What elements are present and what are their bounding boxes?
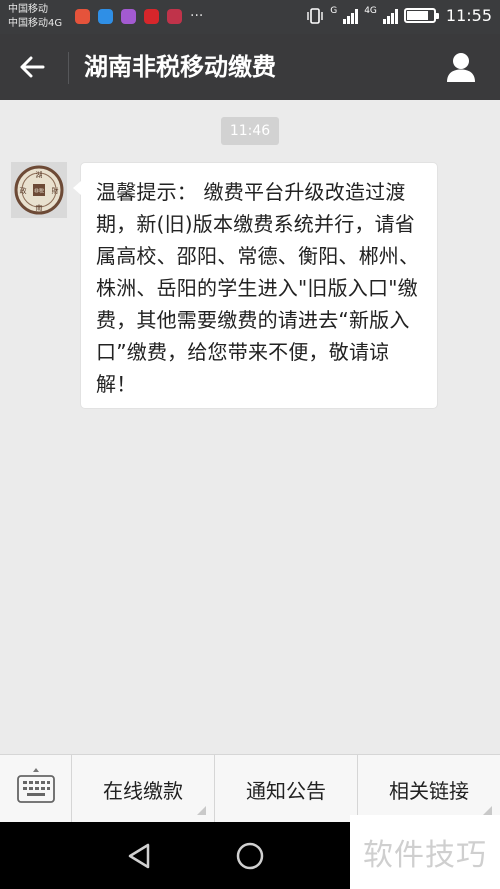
gallery-app-icon [121,9,136,24]
carrier-1: 中国移动 [8,4,48,15]
arrow-left-icon [20,56,45,78]
seal-char-bottom: 南 [36,203,43,212]
menu-label: 通知公告 [246,778,326,803]
chat-app-icon [98,9,113,24]
back-triangle-icon [128,843,150,869]
network-type-1: G [330,6,338,16]
notification-icons: ··· [75,9,203,24]
seal-char-top: 湖 [36,170,43,179]
title-bar: 湖南非税移动缴费 [0,34,500,100]
news-app-icon [144,9,159,24]
nav-back-button[interactable] [124,840,156,872]
menu-label: 相关链接 [389,778,469,803]
back-button[interactable] [14,52,50,82]
official-seal-avatar: 湖 財 南 政 非稅 [11,162,67,218]
seal-char-right: 財 [52,186,59,195]
profile-button[interactable] [444,50,478,84]
watermark: 软件技巧 [350,815,500,889]
message-timestamp: 11:46 [221,117,279,145]
keyboard-toggle-button[interactable] [0,755,72,823]
signal-icon-1 [343,8,359,24]
menu-announcements[interactable]: 通知公告 [215,755,358,823]
page-title: 湖南非税移动缴费 [84,53,276,81]
message-bubble[interactable]: 温馨提示： 缴费平台升级改造过渡期，新(旧)版本缴费系统并行，请省属高校、邵阳、… [73,162,438,409]
app-icon-red [75,9,90,24]
seal-char-left: 政 [20,186,27,195]
submenu-indicator-icon [483,806,492,815]
battery-icon [403,8,439,23]
user-icon [447,53,475,82]
seal-char-center: 非稅 [34,188,44,195]
keyboard-icon [17,768,55,803]
vibrate-icon [307,7,323,24]
network-type-2: 4G [364,6,377,16]
avatar[interactable]: 湖 財 南 政 非稅 [11,162,67,218]
title-divider [68,52,69,84]
huawei-app-icon [167,9,182,24]
status-time: 11:55 [445,6,492,25]
status-indicators: G 4G 11:55 [306,6,492,25]
submenu-indicator-icon [197,806,206,815]
status-bar: 中国移动 中国移动4G ··· G 4G 11:55 [0,0,500,34]
carrier-2: 中国移动4G [8,18,63,29]
nav-home-button[interactable] [234,840,266,872]
bottom-menu: 在线缴款 通知公告 相关链接 [0,754,500,823]
carrier-info: 中国移动 中国移动4G [8,3,62,31]
more-notifications-icon: ··· [190,8,204,24]
home-circle-icon [236,842,264,870]
menu-label: 在线缴款 [103,778,183,803]
signal-icon-2 [382,8,398,24]
menu-online-payment[interactable]: 在线缴款 [72,755,215,823]
menu-related-links[interactable]: 相关链接 [358,755,500,823]
chat-area[interactable]: 11:46 湖 財 南 政 非稅 温馨提示： 缴费平台升级改造过渡期，新(旧)版… [0,100,500,754]
